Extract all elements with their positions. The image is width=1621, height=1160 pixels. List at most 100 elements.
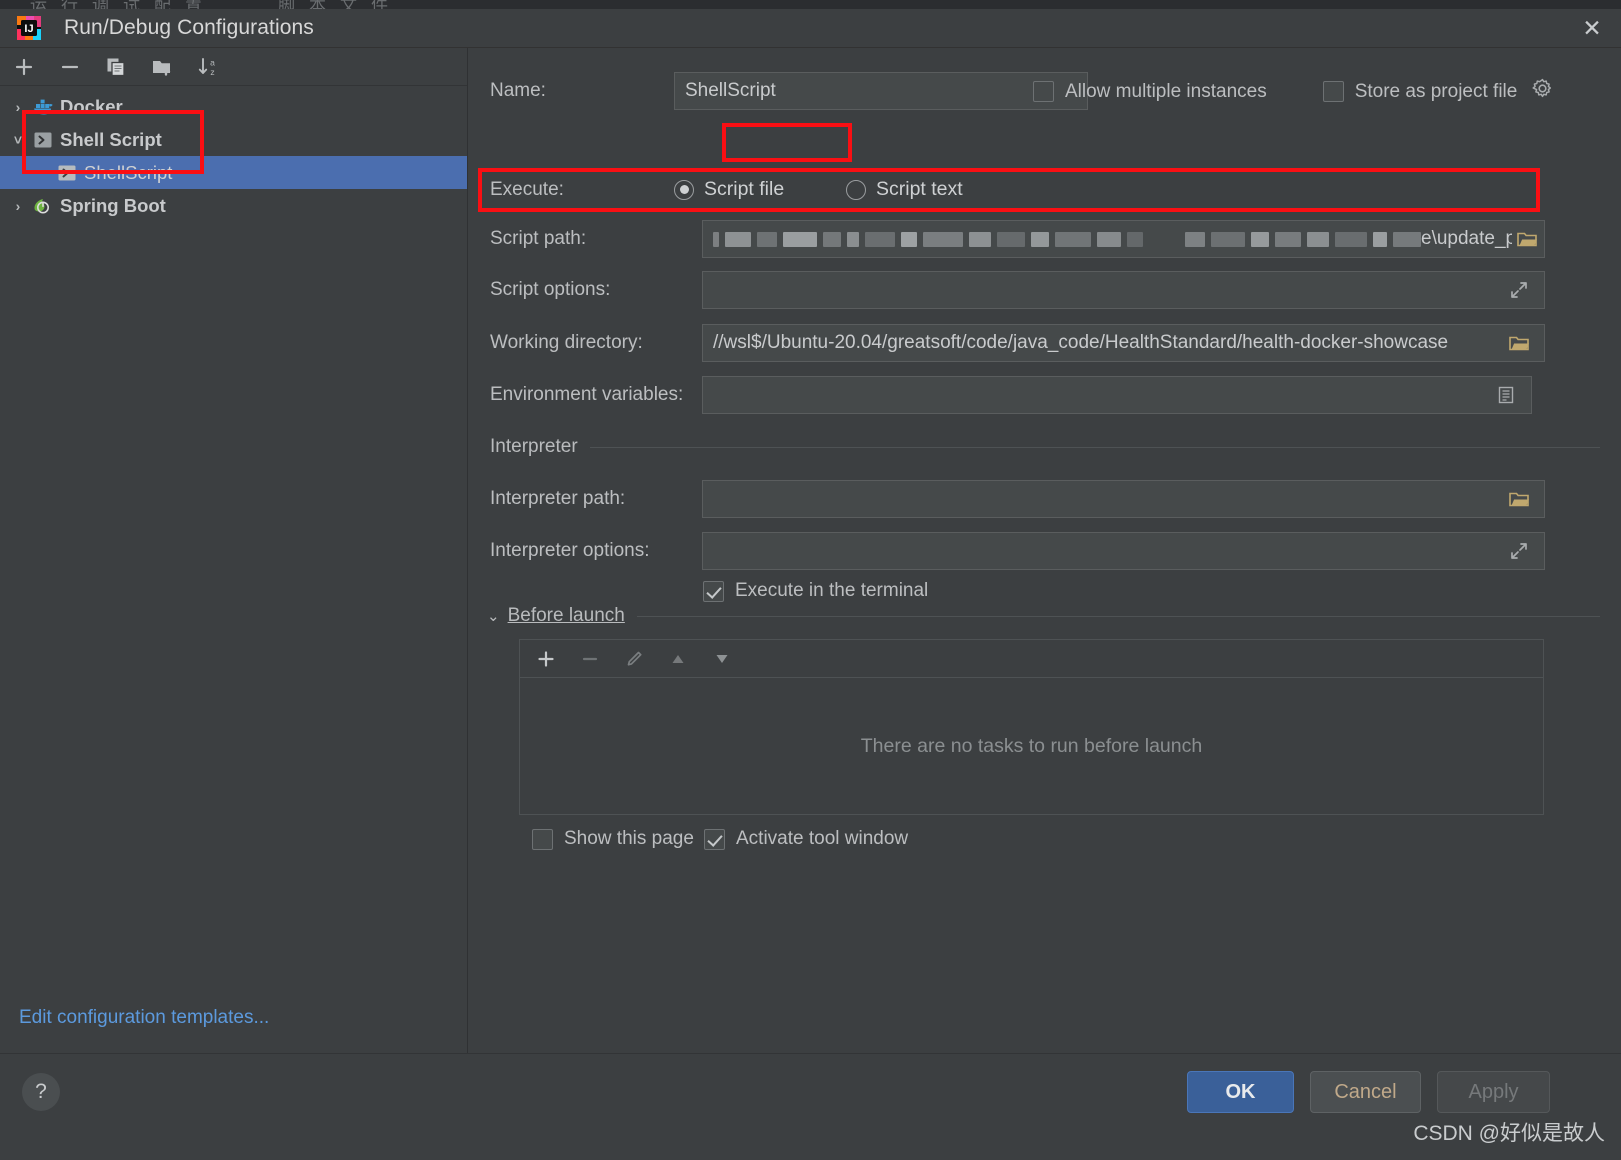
svg-text:a: a — [210, 57, 215, 67]
title-bar: IJ Run/Debug Configurations ✕ — [0, 9, 1621, 48]
script-options-label: Script options: — [490, 279, 611, 300]
tree-node-spring-boot[interactable]: › Spring Boot — [0, 189, 467, 222]
interpreter-section-header: Interpreter — [490, 436, 1600, 458]
svg-text:IJ: IJ — [24, 23, 33, 35]
chevron-down-icon[interactable]: ˅ — [6, 132, 30, 148]
configurations-tree-panel: a z › Docker ˅ Shell Script ShellScript … — [0, 48, 468, 1053]
environment-list-icon[interactable] — [1491, 377, 1521, 413]
expand-icon[interactable] — [1504, 272, 1534, 308]
checkbox-box[interactable] — [1322, 81, 1344, 102]
section-divider — [636, 615, 1600, 617]
script-path-visible-text: e\update_pg_password.sh — [1421, 228, 1512, 249]
tree-node-docker[interactable]: › Docker — [0, 90, 467, 123]
before-launch-header[interactable]: ⌄ Before launch — [487, 605, 1600, 627]
radio-dot[interactable] — [674, 179, 694, 200]
script-path-row: Script path: e\update_ — [490, 220, 1545, 258]
tree-node-shellscript-config[interactable]: ShellScript — [0, 156, 467, 189]
store-as-project-file-checkbox[interactable]: Store as project file — [1322, 78, 1554, 105]
script-path-value: e\update_pg_password.sh — [713, 228, 1512, 250]
interpreter-options-row: Interpreter options: — [490, 532, 1545, 570]
interpreter-path-row: Interpreter path: — [490, 480, 1545, 518]
background-app-sliver: 运行调试配置 脚本文件 — [0, 0, 1621, 9]
interpreter-section-label: Interpreter — [490, 436, 578, 457]
add-configuration-button[interactable] — [11, 54, 37, 80]
run-debug-configurations-dialog: 运行调试配置 脚本文件 IJ Run/Debug Configurations … — [0, 0, 1621, 1160]
checkbox-box[interactable] — [1033, 81, 1054, 102]
interpreter-options-input[interactable] — [702, 532, 1545, 570]
script-path-label: Script path: — [490, 228, 587, 249]
intellij-idea-logo-icon: IJ — [16, 15, 42, 41]
add-task-button[interactable] — [534, 647, 558, 671]
radio-dot[interactable] — [846, 179, 866, 200]
chevron-right-icon[interactable]: › — [6, 198, 30, 214]
activate-tool-window-checkbox[interactable]: Activate tool window — [704, 828, 908, 850]
script-path-input[interactable]: e\update_pg_password.sh — [702, 220, 1545, 258]
shell-script-icon — [54, 163, 80, 183]
tree-node-label: Spring Boot — [60, 194, 166, 216]
configuration-form-panel: Name: ShellScript Allow multiple instanc… — [469, 48, 1621, 1053]
execute-script-file-radio[interactable]: Script file — [674, 178, 834, 201]
tree-node-label: Shell Script — [60, 128, 162, 150]
gear-icon[interactable] — [1532, 78, 1553, 105]
spring-boot-icon — [30, 195, 56, 217]
before-launch-label: Before launch — [507, 605, 625, 626]
working-directory-browse-icon[interactable] — [1504, 325, 1534, 361]
tree-node-shell-script-group[interactable]: ˅ Shell Script — [0, 123, 467, 156]
copy-icon[interactable] — [103, 54, 129, 80]
interpreter-path-browse-icon[interactable] — [1504, 481, 1534, 517]
chevron-down-icon[interactable]: ⌄ — [487, 607, 500, 625]
docker-icon — [30, 96, 56, 118]
interpreter-path-label: Interpreter path: — [490, 488, 626, 509]
script-options-input[interactable] — [702, 271, 1545, 309]
help-button[interactable]: ? — [22, 1073, 60, 1111]
remove-configuration-button[interactable] — [57, 54, 83, 80]
cancel-button[interactable]: Cancel — [1310, 1071, 1421, 1113]
shell-script-icon — [30, 130, 56, 150]
working-directory-row: Working directory: //wsl$/Ubuntu-20.04/g… — [490, 324, 1545, 362]
name-row: Name: ShellScript — [490, 72, 1088, 110]
ok-button[interactable]: OK — [1187, 1071, 1294, 1113]
working-directory-value: //wsl$/Ubuntu-20.04/greatsoft/code/java_… — [713, 332, 1449, 353]
checkbox-box[interactable] — [704, 828, 725, 850]
store-as-project-file-label: Store as project file — [1354, 80, 1518, 102]
script-path-redacted-prefix — [713, 231, 1421, 247]
edit-configuration-templates-link[interactable]: Edit configuration templates... — [19, 1007, 269, 1029]
remove-task-button — [578, 647, 602, 671]
pencil-icon — [622, 647, 646, 671]
execute-row: Execute: Script file Script text — [490, 178, 963, 201]
execute-script-text-radio[interactable]: Script text — [846, 178, 963, 201]
folder-add-icon[interactable] — [149, 54, 175, 80]
execute-in-terminal-label: Execute in the terminal — [735, 580, 929, 601]
working-directory-input[interactable]: //wsl$/Ubuntu-20.04/greatsoft/code/java_… — [702, 324, 1545, 362]
script-path-browse-icon[interactable] — [1512, 221, 1542, 257]
allow-multiple-instances-label: Allow multiple instances — [1065, 80, 1267, 102]
expand-icon[interactable] — [1504, 533, 1534, 569]
apply-button: Apply — [1437, 1071, 1550, 1113]
tree-node-label: Docker — [60, 95, 123, 117]
sort-alphabetical-icon[interactable]: a z — [195, 54, 221, 80]
configurations-tree[interactable]: › Docker ˅ Shell Script ShellScript › Sp… — [0, 86, 467, 222]
dialog-footer: ? OK Cancel Apply — [0, 1053, 1621, 1160]
script-options-row: Script options: — [490, 271, 1545, 309]
tree-node-label: ShellScript — [84, 161, 173, 183]
show-this-page-checkbox[interactable]: Show this page — [532, 828, 694, 850]
environment-variables-input[interactable] — [702, 376, 1532, 414]
before-launch-empty-message: There are no tasks to run before launch — [860, 734, 1203, 757]
arrow-down-icon[interactable] — [710, 647, 734, 671]
checkbox-box[interactable] — [703, 580, 724, 602]
csdn-watermark: CSDN @好似是故人 — [1413, 1122, 1605, 1145]
execute-script-text-label: Script text — [876, 178, 963, 200]
tree-toolbar: a z — [0, 48, 467, 86]
show-this-page-label: Show this page — [564, 828, 694, 849]
before-launch-toolbar — [520, 640, 1543, 678]
chevron-right-icon[interactable]: › — [6, 99, 30, 115]
allow-multiple-instances-checkbox[interactable]: Allow multiple instances — [1033, 81, 1267, 103]
checkbox-box[interactable] — [532, 828, 553, 850]
name-input[interactable]: ShellScript — [674, 72, 1088, 110]
interpreter-path-input[interactable] — [702, 480, 1545, 518]
name-input-value: ShellScript — [685, 80, 776, 101]
execute-in-terminal-checkbox[interactable]: Execute in the terminal — [703, 580, 928, 602]
close-icon[interactable]: ✕ — [1563, 9, 1621, 48]
name-row-options: Allow multiple instances Store as projec… — [1033, 78, 1553, 105]
window-title: Run/Debug Configurations — [64, 16, 314, 39]
